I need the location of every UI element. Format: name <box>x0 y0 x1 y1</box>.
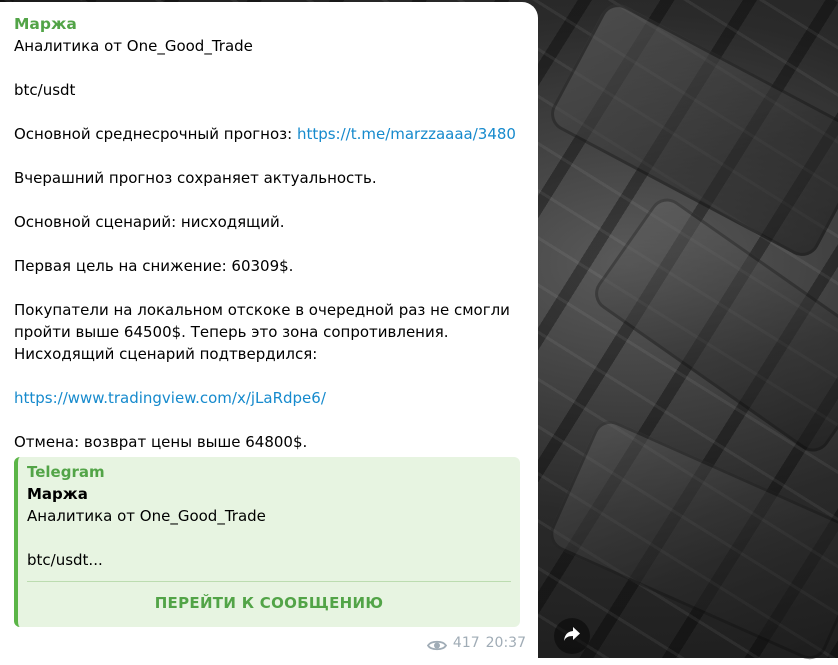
forwarded-message-preview[interactable]: Telegram Маржа Аналитика от One_Good_Tra… <box>14 457 520 627</box>
message-line: Отмена: возврат цены выше 64800$. <box>14 433 308 451</box>
message-line: Покупатели на локальном отскоке в очеред… <box>14 301 510 319</box>
message-line: пройти выше 64500$. Теперь это зона сопр… <box>14 323 449 341</box>
forecast-label: Основной среднесрочный прогноз: <box>14 125 297 143</box>
message-line: Первая цель на снижение: 60309$. <box>14 257 294 275</box>
background-pattern <box>544 415 838 665</box>
message-line: btc/usdt <box>14 81 76 99</box>
message-bubble: Маржа Аналитика от One_Good_Trade btc/us… <box>0 2 538 658</box>
message-sender[interactable]: Маржа <box>14 13 524 35</box>
message-line: Аналитика от One_Good_Trade <box>14 37 253 55</box>
quote-line: btc/usdt... <box>27 551 103 569</box>
quote-source: Telegram <box>27 463 105 481</box>
view-count: 417 <box>452 635 480 651</box>
tradingview-line: https://www.tradingview.com/x/jLaRdpe6/ <box>14 387 524 409</box>
tradingview-link[interactable]: https://www.tradingview.com/x/jLaRdpe6/ <box>14 389 326 407</box>
message-time: 20:37 <box>485 635 526 651</box>
quote-title: Маржа <box>27 485 88 503</box>
message-line: Основной сценарий: нисходящий. <box>14 213 285 231</box>
quote-line: Аналитика от One_Good_Trade <box>27 507 266 525</box>
share-button[interactable] <box>554 618 590 654</box>
message-line: Вчерашний прогноз сохраняет актуальность… <box>14 169 377 187</box>
share-arrow-icon <box>563 626 581 646</box>
go-to-message-button[interactable]: ПЕРЕЙТИ К СООБЩЕНИЮ <box>18 582 520 623</box>
message-line: Нисходящий сценарий подтвердился: <box>14 345 318 363</box>
forecast-line: Основной среднесрочный прогноз: https://… <box>14 123 524 145</box>
eye-icon <box>426 637 447 650</box>
forecast-link[interactable]: https://t.me/marzzaaaa/3480 <box>297 125 516 143</box>
message-meta: 417 20:37 <box>426 632 526 654</box>
